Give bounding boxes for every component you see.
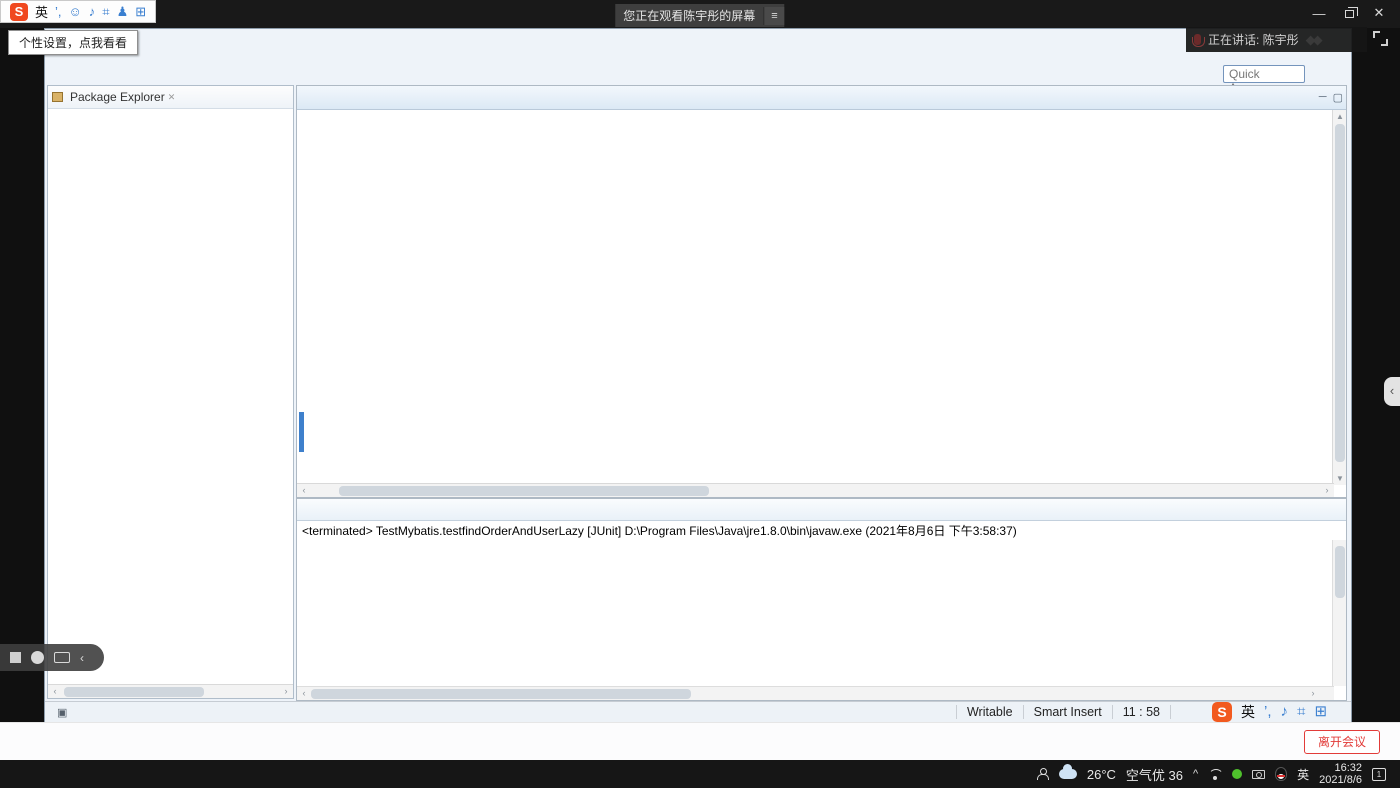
people-icon[interactable] bbox=[1036, 768, 1049, 780]
console-hscrollbar[interactable]: ‹ › bbox=[297, 686, 1334, 700]
avatar-icon[interactable] bbox=[31, 651, 44, 664]
maximize-icon[interactable]: ▢ bbox=[1333, 91, 1343, 104]
package-explorer-title[interactable]: Package Explorer bbox=[70, 90, 165, 104]
weather-icon[interactable] bbox=[1058, 764, 1077, 779]
scrollbar-thumb[interactable] bbox=[64, 687, 204, 697]
scroll-down-icon[interactable]: ▼ bbox=[1333, 472, 1347, 485]
grid-icon[interactable] bbox=[10, 652, 21, 663]
scroll-right-icon[interactable]: › bbox=[1306, 687, 1320, 701]
keyboard-icon[interactable]: ⌗ bbox=[102, 4, 109, 19]
console-vscrollbar[interactable] bbox=[1332, 540, 1346, 686]
notification-icon[interactable]: 1 bbox=[1372, 767, 1386, 781]
input-lang-indicator[interactable]: 英 bbox=[35, 2, 48, 21]
console-output[interactable] bbox=[301, 540, 1331, 688]
console-tab-bar bbox=[297, 499, 1346, 521]
console-panel: <terminated> TestMybatis.testfindOrderAn… bbox=[296, 498, 1347, 701]
list-icon[interactable]: ≡ bbox=[763, 6, 785, 25]
speaking-label: 正在讲话: 陈宇彤 bbox=[1208, 33, 1299, 47]
code-editor[interactable] bbox=[297, 110, 1334, 485]
grid-icon[interactable]: ⊞ bbox=[1314, 704, 1327, 719]
scroll-left-icon[interactable]: ‹ bbox=[48, 685, 62, 699]
meeting-watermark-icon: ◆◆ bbox=[1305, 31, 1323, 47]
sogou-logo-icon[interactable]: S bbox=[10, 2, 28, 21]
weather-temp[interactable]: 26°C bbox=[1087, 767, 1116, 782]
wechat-tray-icon[interactable] bbox=[1232, 769, 1243, 779]
status-icon: ▣ bbox=[57, 706, 68, 719]
meeting-control-bar: 离开会议 bbox=[0, 722, 1400, 760]
air-quality[interactable]: 空气优 36 bbox=[1126, 765, 1183, 784]
scroll-right-icon[interactable]: › bbox=[279, 685, 293, 699]
fuzzy-icon[interactable]: ’, bbox=[55, 4, 62, 19]
grid-icon[interactable]: ⊞ bbox=[135, 4, 146, 19]
person-icon[interactable]: ♟ bbox=[117, 4, 129, 19]
screen: S 英 ’, ☺ ♪ ⌗ ♟ ⊞ 个性设置，点我看看 您正在观看陈宇彤的屏幕 ≡… bbox=[0, 0, 1400, 788]
date: 2021/8/6 bbox=[1319, 774, 1362, 786]
close-icon[interactable]: ✕ bbox=[168, 92, 176, 103]
window-controls: — ✕ bbox=[1304, 0, 1394, 26]
input-lang-indicator[interactable]: 英 bbox=[1241, 702, 1255, 722]
mic-icon[interactable]: ♪ bbox=[89, 4, 96, 19]
keyboard-icon[interactable]: ⌗ bbox=[1297, 704, 1305, 719]
keyboard-icon[interactable] bbox=[54, 652, 70, 663]
sidebar-collapse-handle[interactable]: ‹ bbox=[1384, 377, 1400, 406]
writable-status: Writable bbox=[966, 705, 1013, 719]
wifi-icon[interactable] bbox=[1208, 769, 1222, 780]
sogou-input-bar-top[interactable]: S 英 ’, ☺ ♪ ⌗ ♟ ⊞ bbox=[0, 0, 157, 23]
system-tray: 26°C 空气优 36 ^ 英 16:32 2021/8/6 1 bbox=[1036, 760, 1386, 788]
mic-icon[interactable]: ♪ bbox=[1281, 704, 1289, 719]
windows-taskbar: 26°C 空气优 36 ^ 英 16:32 2021/8/6 1 https:/… bbox=[0, 760, 1400, 788]
project-tree bbox=[48, 112, 292, 684]
scroll-right-icon[interactable]: › bbox=[1320, 484, 1334, 498]
chevron-left-icon[interactable]: ‹ bbox=[80, 651, 84, 665]
eclipse-window: Quick Access Package Explorer ✕ ‹ › ─ bbox=[44, 28, 1352, 722]
status-bar: ▣ Writable Smart Insert 11 : 58 bbox=[45, 701, 1351, 722]
scrollbar-thumb[interactable] bbox=[1335, 124, 1345, 462]
scrollbar-thumb[interactable] bbox=[1335, 546, 1345, 598]
watch-badge-label: 您正在观看陈宇彤的屏幕 bbox=[623, 9, 756, 23]
face-icon[interactable]: ☺ bbox=[69, 4, 82, 19]
restore-button[interactable] bbox=[1334, 6, 1364, 21]
console-header: <terminated> TestMybatis.testfindOrderAn… bbox=[297, 522, 1346, 539]
editor-area: ─ ▢ ▲ ▼ ‹ › bbox=[296, 85, 1347, 498]
quick-access-input[interactable]: Quick Access bbox=[1223, 65, 1305, 95]
time: 16:32 bbox=[1334, 762, 1362, 774]
scroll-left-icon[interactable]: ‹ bbox=[297, 687, 311, 701]
editor-tab-bar bbox=[297, 86, 1346, 110]
mic-icon bbox=[1192, 34, 1205, 47]
scrollbar-thumb[interactable] bbox=[339, 486, 709, 496]
minimize-button[interactable]: — bbox=[1304, 6, 1334, 21]
editor-hscrollbar[interactable]: ‹ › bbox=[297, 483, 1334, 497]
scroll-up-icon[interactable]: ▲ bbox=[1333, 110, 1347, 123]
fullscreen-icon[interactable] bbox=[1373, 31, 1388, 46]
package-explorer-icon bbox=[52, 92, 63, 102]
scroll-left-icon[interactable]: ‹ bbox=[297, 484, 311, 498]
camera-tray-icon[interactable] bbox=[1252, 769, 1266, 779]
close-button[interactable]: ✕ bbox=[1364, 5, 1394, 21]
insert-mode-status: Smart Insert bbox=[1033, 705, 1102, 719]
scrollbar-thumb[interactable] bbox=[311, 689, 691, 699]
range-indicator bbox=[299, 412, 304, 452]
input-lang-indicator[interactable]: 英 bbox=[1297, 766, 1309, 783]
screen-watch-badge: 您正在观看陈宇彤的屏幕 ≡ bbox=[615, 4, 785, 27]
fuzzy-icon[interactable]: ’, bbox=[1264, 704, 1272, 719]
package-explorer-panel: Package Explorer ✕ ‹ › bbox=[47, 85, 294, 699]
cursor-position-status: 11 : 58 bbox=[1122, 705, 1160, 719]
minimize-icon[interactable]: ─ bbox=[1319, 91, 1327, 104]
sogou-logo-icon[interactable]: S bbox=[1212, 702, 1232, 722]
package-explorer-hscrollbar[interactable]: ‹ › bbox=[48, 684, 293, 698]
leave-meeting-button[interactable]: 离开会议 bbox=[1303, 730, 1380, 754]
sogou-input-bar-bottom[interactable]: S 英 ’, ♪ ⌗ ⊞ bbox=[1212, 701, 1327, 723]
speaking-indicator: 正在讲话: 陈宇彤 ◆◆ bbox=[1186, 27, 1367, 52]
qq-tray-icon[interactable] bbox=[1275, 767, 1288, 781]
hidden-icons-chevron[interactable]: ^ bbox=[1193, 768, 1198, 780]
package-explorer-header: Package Explorer ✕ bbox=[48, 86, 293, 109]
meeting-floating-widget[interactable]: ‹ bbox=[0, 644, 104, 671]
clock[interactable]: 16:32 2021/8/6 bbox=[1319, 762, 1362, 786]
editor-stack-controls: ─ ▢ bbox=[1319, 91, 1343, 104]
editor-vscrollbar[interactable]: ▲ ▼ bbox=[1332, 110, 1346, 485]
sogou-tooltip: 个性设置，点我看看 bbox=[8, 30, 139, 55]
